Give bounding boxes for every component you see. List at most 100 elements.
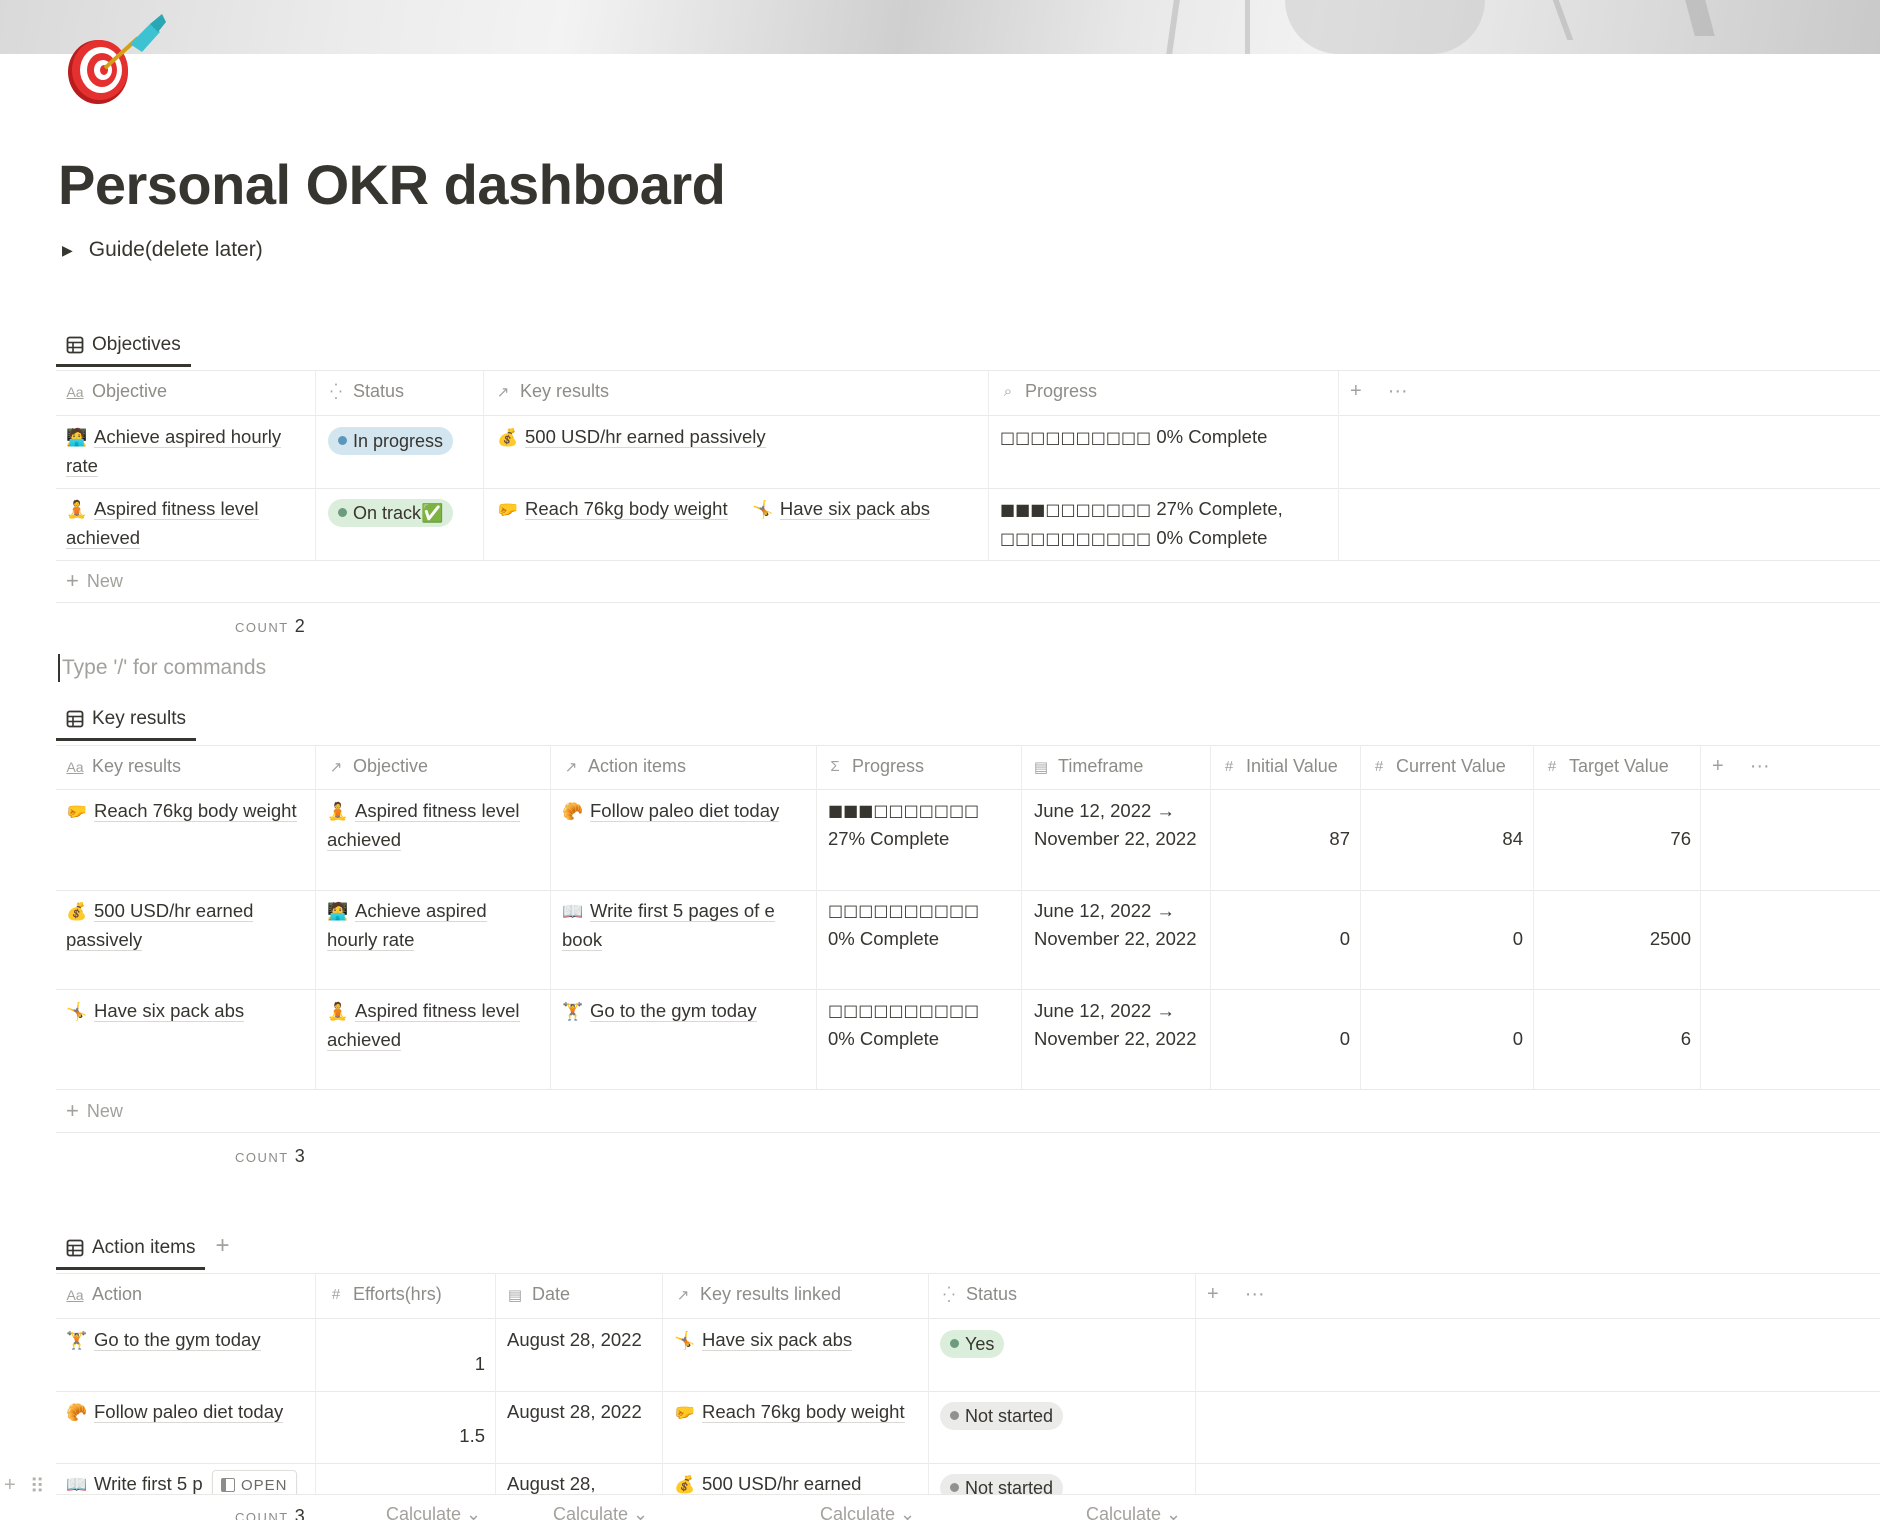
calculate-status[interactable]: Calculate ⌄ xyxy=(1086,1504,1181,1520)
initial-value-cell[interactable]: 0 xyxy=(1210,925,1350,953)
action-emoji-icon: 🏋️ xyxy=(66,1331,88,1350)
date-cell[interactable]: August 28, 2022 xyxy=(507,1398,657,1426)
technologist-emoji-icon: 🧑‍💻 xyxy=(66,428,88,447)
column-header-date[interactable]: ▤ Date xyxy=(506,1284,570,1305)
action-item-link[interactable]: 📖 Write first 5 pages of e book xyxy=(562,897,807,954)
add-column-plus-icon[interactable]: + xyxy=(1712,755,1724,778)
title-aa-icon: Aa xyxy=(66,383,84,400)
fist-emoji-icon: 🤛 xyxy=(497,500,519,519)
count-summary[interactable]: COUNT 2 xyxy=(235,616,305,637)
key-result-links[interactable]: 🤛 Reach 76kg body weight 🤸 Have six pack a… xyxy=(497,495,931,524)
key-result-link[interactable]: 🤛 Reach 76kg body weight xyxy=(674,1398,919,1427)
progress-cell: ■■■□□□□□□□ 27% Complete xyxy=(828,797,1013,853)
objective-emoji-icon: 🧑‍💻 xyxy=(327,902,349,921)
page-icon-dart[interactable] xyxy=(58,12,168,104)
objective-link[interactable]: 🧘 Aspired fitness level achieved xyxy=(327,797,542,854)
number-hash-icon: # xyxy=(1547,758,1557,775)
objective-emoji-icon: 🧘 xyxy=(327,802,349,821)
count-summary[interactable]: COUNT 3 xyxy=(235,1506,305,1520)
table-row-key-result-name[interactable]: 🤸 Have six pack abs xyxy=(66,997,306,1026)
add-column-plus-icon[interactable]: + xyxy=(1207,1283,1219,1306)
guide-toggle[interactable]: ▶ Guide(delete later) xyxy=(62,238,263,262)
current-value-cell[interactable]: 0 xyxy=(1360,925,1523,953)
page-title[interactable]: Personal OKR dashboard xyxy=(58,152,726,217)
efforts-cell[interactable]: 1 xyxy=(315,1350,485,1378)
column-header-progress[interactable]: Σ Progress xyxy=(826,756,924,777)
column-header-key-results[interactable]: ↗ Key results xyxy=(494,381,609,402)
efforts-cell[interactable]: 1.5 xyxy=(315,1422,485,1450)
current-value-cell[interactable]: 0 xyxy=(1360,1025,1523,1053)
key-result-link[interactable]: 🤸 Have six pack abs xyxy=(674,1326,919,1355)
action-item-link[interactable]: 🏋️ Go to the gym today xyxy=(562,997,807,1026)
timeframe-cell[interactable]: June 12, 2022 → November 22, 2022 xyxy=(1034,797,1204,853)
table-row-key-result-name[interactable]: 💰 500 USD/hr earned passively xyxy=(66,897,306,954)
column-header-key-results-linked[interactable]: ↗ Key results linked xyxy=(674,1284,841,1305)
column-header-target-value[interactable]: # Target Value xyxy=(1543,756,1669,777)
more-options-icon[interactable]: ··· xyxy=(1388,380,1408,403)
count-summary[interactable]: COUNT 3 xyxy=(235,1146,305,1167)
column-header-key-results[interactable]: Aa Key results xyxy=(66,756,181,777)
progress-cell: □□□□□□□□□□ 0% Complete xyxy=(828,897,1013,953)
more-options-icon[interactable]: ··· xyxy=(1245,1283,1265,1306)
action-emoji-icon: 🥐 xyxy=(66,1403,88,1422)
objective-link[interactable]: 🧘 Aspired fitness level achieved xyxy=(327,997,542,1054)
column-header-objective[interactable]: Aa Objective xyxy=(66,381,167,402)
rollup-search-icon: ⌕ xyxy=(1003,383,1013,400)
column-header-initial-value[interactable]: # Initial Value xyxy=(1220,756,1338,777)
table-row-action-name[interactable]: 🥐 Follow paleo diet today xyxy=(66,1398,311,1427)
title-aa-icon: Aa xyxy=(66,758,84,775)
table-row-objective-cell[interactable]: 🧑‍💻 Achieve aspired hourly rate xyxy=(66,423,306,480)
target-value-cell[interactable]: 2500 xyxy=(1533,925,1691,953)
table-row-action-name[interactable]: 🏋️ Go to the gym today xyxy=(66,1326,311,1355)
column-header-progress[interactable]: ⌕ Progress xyxy=(999,381,1097,402)
date-cell[interactable]: August 28, 2022 xyxy=(507,1326,657,1354)
status-badge[interactable]: In progress xyxy=(328,425,454,455)
column-header-efforts[interactable]: # Efforts(hrs) xyxy=(327,1284,442,1305)
new-row-button[interactable]: + New xyxy=(66,568,123,594)
table-row-key-result-name[interactable]: 🤛 Reach 76kg body weight xyxy=(66,797,306,826)
progress-bar: □□□□□□□□□□ xyxy=(828,1001,980,1020)
toggle-triangle-icon[interactable]: ▶ xyxy=(62,242,73,259)
progress-bar: ■■■□□□□□□□ xyxy=(828,801,980,820)
calculate-efforts[interactable]: Calculate ⌄ xyxy=(386,1504,481,1520)
column-header-timeframe[interactable]: ▤ Timeframe xyxy=(1032,756,1143,777)
column-header-status[interactable]: ⁛ Status xyxy=(940,1284,1017,1305)
target-value-cell[interactable]: 76 xyxy=(1533,825,1691,853)
progress-cell: ■■■□□□□□□□ 27% Complete, □□□□□□□□□□ 0% C… xyxy=(1000,498,1283,548)
progress-bar: □□□□□□□□□□ xyxy=(828,901,980,920)
status-badge[interactable]: Yes xyxy=(940,1328,1005,1358)
progress-bar: □□□□□□□□□□ xyxy=(1000,529,1152,548)
status-badge[interactable]: On track✅ xyxy=(328,497,454,527)
initial-value-cell[interactable]: 87 xyxy=(1210,825,1350,853)
action-items-view-tab[interactable]: Action items + xyxy=(56,1228,230,1270)
more-options-icon[interactable]: ··· xyxy=(1750,755,1770,778)
key-results-view-tab[interactable]: Key results xyxy=(56,699,196,741)
add-column-plus-icon[interactable]: + xyxy=(1350,380,1362,403)
objective-link[interactable]: 🧑‍💻 Achieve aspired hourly rate xyxy=(327,897,542,954)
new-row-button[interactable]: + New xyxy=(66,1098,123,1124)
column-header-objective[interactable]: ↗ Objective xyxy=(327,756,428,777)
progress-cell: □□□□□□□□□□ 0% Complete xyxy=(1000,426,1268,447)
table-view-icon xyxy=(66,710,84,727)
timeframe-cell[interactable]: June 12, 2022 → November 22, 2022 xyxy=(1034,997,1204,1053)
tab-label: Objectives xyxy=(92,333,181,355)
current-value-cell[interactable]: 84 xyxy=(1360,825,1523,853)
initial-value-cell[interactable]: 0 xyxy=(1210,1025,1350,1053)
table-row-objective-cell[interactable]: 🧘 Aspired fitness level achieved xyxy=(66,495,306,552)
page-cover[interactable] xyxy=(0,0,1880,54)
key-result-link[interactable]: 💰 500 USD/hr earned passively xyxy=(497,423,766,452)
column-header-current-value[interactable]: # Current Value xyxy=(1370,756,1506,777)
action-item-link[interactable]: 🥐 Follow paleo diet today xyxy=(562,797,807,826)
objectives-view-tab[interactable]: Objectives xyxy=(56,325,191,367)
calculate-key-results[interactable]: Calculate ⌄ xyxy=(820,1504,915,1520)
status-badge[interactable]: Not started xyxy=(940,1400,1064,1430)
target-value-cell[interactable]: 6 xyxy=(1533,1025,1691,1053)
add-view-plus-icon[interactable]: + xyxy=(215,1228,229,1264)
column-header-action[interactable]: Aa Action xyxy=(66,1284,142,1305)
timeframe-cell[interactable]: June 12, 2022 → November 22, 2022 xyxy=(1034,897,1204,953)
command-input[interactable]: Type '/' for commands xyxy=(58,654,266,682)
column-header-action-items[interactable]: ↗ Action items xyxy=(562,756,686,777)
status-dot-icon xyxy=(338,508,347,517)
calculate-date[interactable]: Calculate ⌄ xyxy=(553,1504,648,1520)
column-header-status[interactable]: ⁛ Status xyxy=(327,381,404,402)
